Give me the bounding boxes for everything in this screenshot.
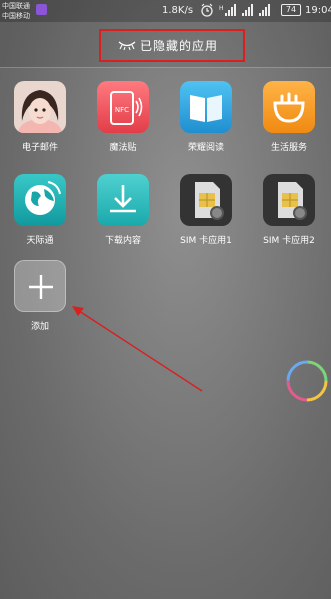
svg-text:H: H (219, 5, 224, 12)
signal-icon (259, 4, 270, 16)
status-bar: 中国联通 中国移动 1.8K/s H 74 19:04 (0, 0, 331, 22)
app-downloads[interactable]: 下载内容 (83, 174, 163, 258)
add-label: 添加 (30, 322, 49, 332)
signal-icon (242, 4, 253, 16)
clock: 19:04 (305, 5, 331, 16)
smile-service-icon (263, 81, 315, 133)
svg-text:NFC: NFC (115, 106, 129, 114)
app-label: SIM 卡应用2 (263, 236, 315, 246)
app-nfc[interactable]: NFC 魔法贴 (83, 81, 163, 165)
app-label: SIM 卡应用1 (180, 236, 232, 246)
app-life-services[interactable]: 生活服务 (249, 81, 329, 165)
alarm-icon (201, 3, 213, 17)
app-notification-icon (36, 4, 47, 15)
app-skylink[interactable]: 天际通 (0, 174, 80, 258)
app-label: 天际通 (26, 236, 54, 246)
floating-assist-icon[interactable] (283, 357, 331, 405)
nfc-icon: NFC (97, 81, 149, 133)
app-label: 下载内容 (104, 236, 141, 246)
carrier-info: 中国联通 中国移动 (2, 1, 30, 21)
closed-eye-icon (118, 41, 136, 51)
app-email[interactable]: 电子邮件 (0, 81, 80, 165)
email-avatar-icon (14, 81, 66, 133)
app-reader[interactable]: 荣耀阅读 (166, 81, 246, 165)
signal-icon: H (219, 4, 236, 16)
header-divider (0, 67, 331, 68)
app-label: 荣耀阅读 (187, 143, 224, 153)
book-icon (180, 81, 232, 133)
battery-icon: 74 (281, 4, 301, 16)
network-speed: 1.8K/s (162, 5, 194, 16)
app-label: 生活服务 (270, 143, 307, 153)
globe-icon (14, 174, 66, 226)
download-icon (97, 174, 149, 226)
app-label: 电子邮件 (21, 143, 58, 153)
carrier-2: 中国移动 (2, 12, 30, 20)
app-label: 魔法贴 (109, 143, 137, 153)
app-sim-1[interactable]: SIM 卡应用1 (166, 174, 246, 258)
carrier-1: 中国联通 (2, 2, 30, 10)
plus-icon (14, 260, 66, 312)
add-app-button[interactable]: 添加 (0, 260, 80, 344)
sim-card-icon (180, 174, 232, 226)
sim-card-icon (263, 174, 315, 226)
app-sim-2[interactable]: SIM 卡应用2 (249, 174, 329, 258)
page-title: 已隐藏的应用 (140, 39, 219, 53)
